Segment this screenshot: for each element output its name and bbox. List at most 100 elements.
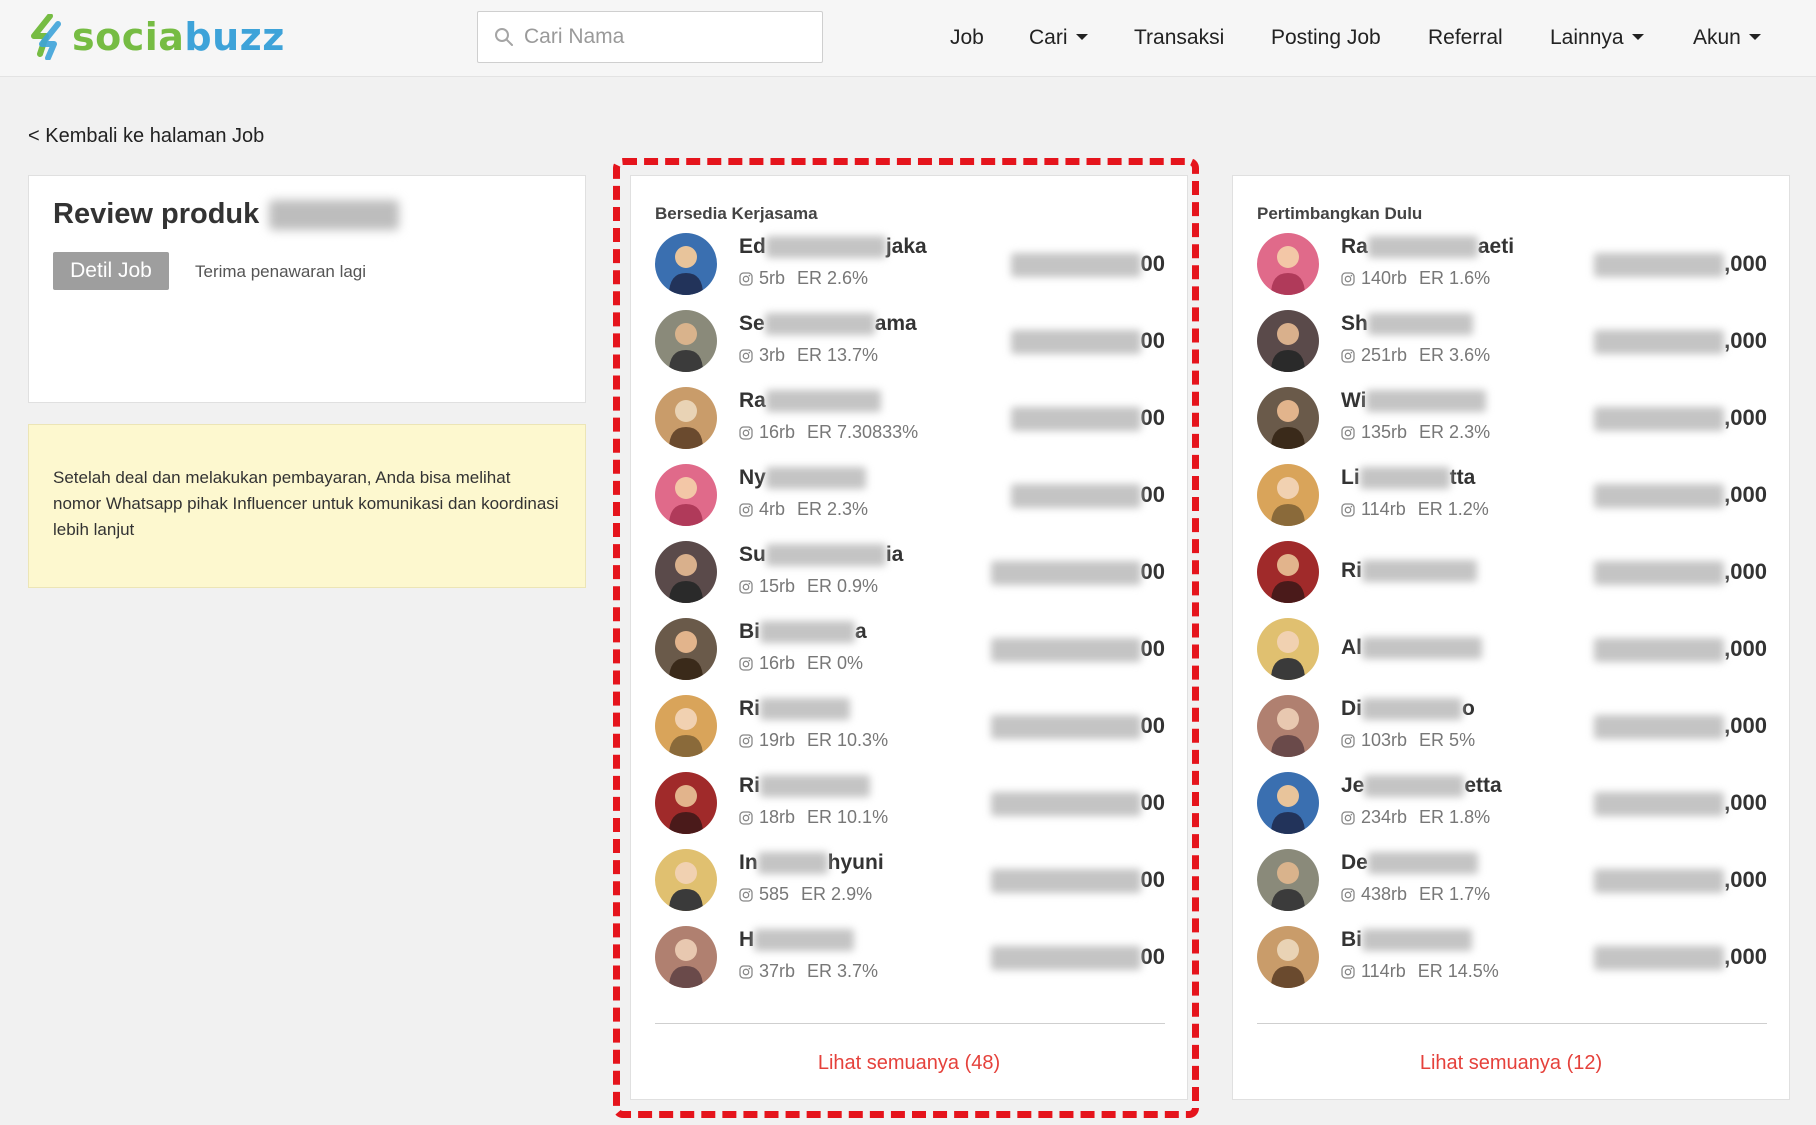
sociabuzz-logo[interactable]: sociabuzz xyxy=(28,12,285,62)
influencer-row[interactable]: Ri 18rb ER 10.1% 00 xyxy=(655,772,1165,849)
job-detail-button[interactable]: Detil Job xyxy=(53,252,169,290)
avatar[interactable] xyxy=(655,849,717,911)
influencer-name[interactable]: Ra xyxy=(739,389,881,413)
avatar[interactable] xyxy=(655,387,717,449)
influencer-row[interactable]: Ed jaka 5rb ER 2.6% 00 xyxy=(655,233,1165,310)
influencer-name[interactable]: Li tta xyxy=(1341,466,1475,490)
engagement-rate: ER 1.7% xyxy=(1419,884,1491,904)
influencer-row[interactable]: In hyuni 585 ER 2.9% 00 xyxy=(655,849,1165,926)
influencer-row[interactable]: Sh 251rb ER 3.6% ,000 xyxy=(1257,310,1767,387)
avatar[interactable] xyxy=(1257,772,1319,834)
avatar[interactable] xyxy=(655,541,717,603)
top-navbar: sociabuzz Job Cari Transaksi Posting Job… xyxy=(0,0,1816,77)
accept-more-offers-link[interactable]: Terima penawaran lagi xyxy=(195,262,366,282)
avatar-image xyxy=(1257,849,1319,911)
see-all-link[interactable]: Lihat semuanya (12) xyxy=(1233,1052,1789,1075)
engagement-rate: ER 10.3% xyxy=(807,730,889,750)
influencer-row[interactable]: Di o 103rb ER 5% ,000 xyxy=(1257,695,1767,772)
influencer-row[interactable]: Ri 19rb ER 10.3% 00 xyxy=(655,695,1165,772)
influencer-name[interactable]: Al xyxy=(1341,636,1482,660)
influencer-name[interactable]: Bi xyxy=(1341,928,1472,952)
offer-price: 00 xyxy=(1010,482,1165,509)
avatar[interactable] xyxy=(655,618,717,680)
redacted-price xyxy=(1594,561,1725,586)
influencer-row[interactable]: Ri ,000 xyxy=(1257,541,1767,618)
influencer-row[interactable]: Ra 16rb ER 7.30833% 00 xyxy=(655,387,1165,464)
search-box[interactable] xyxy=(477,11,823,63)
redacted-name xyxy=(1364,775,1465,798)
influencer-name[interactable]: In hyuni xyxy=(739,851,884,875)
influencer-name[interactable]: Wi xyxy=(1341,389,1487,413)
influencer-stats: 135rb ER 2.3% xyxy=(1341,422,1490,443)
avatar-image xyxy=(655,618,717,680)
influencer-name[interactable]: Ri xyxy=(1341,559,1477,583)
follower-count: 114rb xyxy=(1361,499,1406,519)
offer-price: ,000 xyxy=(1594,559,1767,586)
avatar[interactable] xyxy=(1257,541,1319,603)
nav-akun[interactable]: Akun xyxy=(1693,22,1761,54)
nav-posting-job[interactable]: Posting Job xyxy=(1271,22,1381,54)
influencer-name[interactable]: Ri xyxy=(739,774,870,798)
redacted-price xyxy=(1594,407,1725,432)
avatar[interactable] xyxy=(655,926,717,988)
nav-referral[interactable]: Referral xyxy=(1428,22,1503,54)
panel-bersedia-kerjasama: Bersedia Kerjasama Ed jaka 5rb ER 2.6% 00 Se a… xyxy=(630,175,1188,1100)
influencer-name[interactable]: Je etta xyxy=(1341,774,1502,798)
redacted-name xyxy=(765,467,866,490)
influencer-row[interactable]: De 438rb ER 1.7% ,000 xyxy=(1257,849,1767,926)
influencer-name[interactable]: H xyxy=(739,928,855,952)
influencer-row[interactable]: Ra aeti 140rb ER 1.6% ,000 xyxy=(1257,233,1767,310)
nav-transaksi[interactable]: Transaksi xyxy=(1134,22,1224,54)
influencer-row[interactable]: Al ,000 xyxy=(1257,618,1767,695)
nav-job[interactable]: Job xyxy=(950,22,984,54)
avatar[interactable] xyxy=(655,772,717,834)
influencer-name[interactable]: Ra aeti xyxy=(1341,235,1514,259)
back-to-job-link[interactable]: < Kembali ke halaman Job xyxy=(28,125,264,148)
influencer-name[interactable]: Ed jaka xyxy=(739,235,927,259)
influencer-row[interactable]: H 37rb ER 3.7% 00 xyxy=(655,926,1165,1003)
influencer-row[interactable]: Bi a 16rb ER 0% 00 xyxy=(655,618,1165,695)
avatar[interactable] xyxy=(655,464,717,526)
offer-price: ,000 xyxy=(1594,636,1767,663)
influencer-name[interactable]: Ri xyxy=(739,697,850,721)
nav-lainnya[interactable]: Lainnya xyxy=(1550,22,1644,54)
avatar[interactable] xyxy=(1257,618,1319,680)
avatar[interactable] xyxy=(655,233,717,295)
influencer-name[interactable]: Se ama xyxy=(739,312,917,336)
avatar[interactable] xyxy=(1257,695,1319,757)
avatar[interactable] xyxy=(1257,310,1319,372)
avatar[interactable] xyxy=(1257,233,1319,295)
influencer-name[interactable]: Di o xyxy=(1341,697,1475,721)
influencer-stats: 16rb ER 7.30833% xyxy=(739,422,918,443)
avatar[interactable] xyxy=(1257,464,1319,526)
avatar[interactable] xyxy=(1257,387,1319,449)
influencer-row[interactable]: Su ia 15rb ER 0.9% 00 xyxy=(655,541,1165,618)
influencer-stats: 18rb ER 10.1% xyxy=(739,807,888,828)
search-input[interactable] xyxy=(524,25,804,49)
see-all-link[interactable]: Lihat semuanya (48) xyxy=(631,1052,1187,1075)
influencer-stats: 37rb ER 3.7% xyxy=(739,961,878,982)
avatar[interactable] xyxy=(655,310,717,372)
influencer-row[interactable]: Ny 4rb ER 2.3% 00 xyxy=(655,464,1165,541)
influencer-row[interactable]: Se ama 3rb ER 13.7% 00 xyxy=(655,310,1165,387)
avatar[interactable] xyxy=(655,695,717,757)
influencer-row[interactable]: Je etta 234rb ER 1.8% ,000 xyxy=(1257,772,1767,849)
redacted-price xyxy=(1594,484,1725,509)
influencer-name[interactable]: De xyxy=(1341,851,1478,875)
nav-cari[interactable]: Cari xyxy=(1029,22,1088,54)
avatar[interactable] xyxy=(1257,849,1319,911)
caret-down-icon xyxy=(1631,34,1644,40)
offer-price: 00 xyxy=(990,713,1165,740)
redacted-name xyxy=(1362,637,1482,660)
follower-count: 114rb xyxy=(1361,961,1406,981)
influencer-row[interactable]: Wi 135rb ER 2.3% ,000 xyxy=(1257,387,1767,464)
avatar[interactable] xyxy=(1257,926,1319,988)
instagram-icon xyxy=(739,733,753,748)
influencer-row[interactable]: Li tta 114rb ER 1.2% ,000 xyxy=(1257,464,1767,541)
influencer-name[interactable]: Su ia xyxy=(739,543,903,567)
influencer-name[interactable]: Sh xyxy=(1341,312,1473,336)
influencer-name[interactable]: Bi a xyxy=(739,620,867,644)
follower-count: 37rb xyxy=(759,961,796,981)
influencer-name[interactable]: Ny xyxy=(739,466,866,490)
influencer-row[interactable]: Bi 114rb ER 14.5% ,000 xyxy=(1257,926,1767,1003)
